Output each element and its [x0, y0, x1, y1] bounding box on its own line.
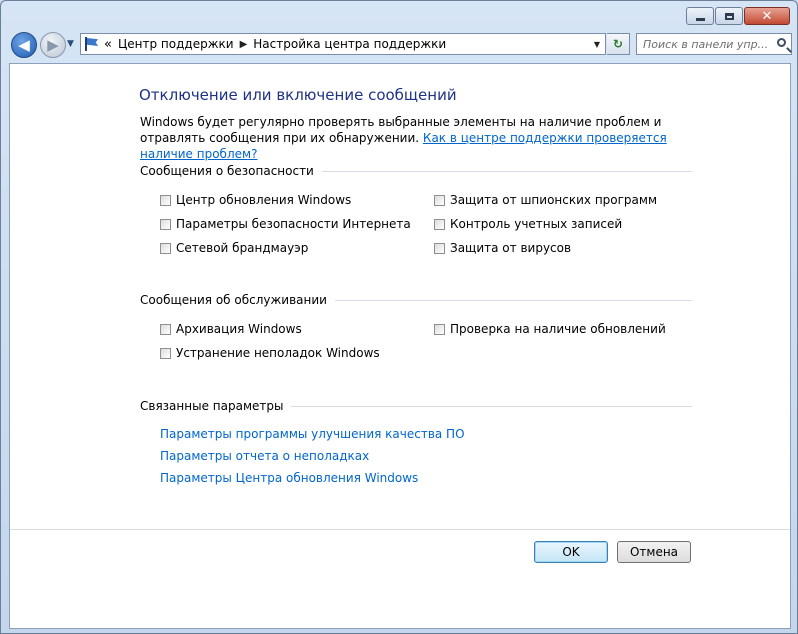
checkbox-box[interactable]	[160, 347, 171, 359]
refresh-button[interactable]: ↻	[607, 33, 630, 55]
breadcrumb-separator-icon[interactable]: ▶	[240, 39, 248, 50]
checkbox-check-for-updates[interactable]: Проверка на наличие обновлений	[434, 322, 666, 336]
caption-buttons: ✕	[686, 7, 790, 25]
checkbox-label: Устранение неполадок Windows	[176, 346, 380, 360]
checkbox-box[interactable]	[434, 242, 445, 254]
link-problem-reporting-settings[interactable]: Параметры отчета о неполадках	[160, 449, 369, 463]
checkbox-label: Архивация Windows	[176, 322, 302, 336]
checkbox-box[interactable]	[160, 218, 171, 230]
checkbox-label: Проверка на наличие обновлений	[450, 322, 666, 336]
address-prefix-icon[interactable]: «	[104, 37, 112, 52]
checkbox-windows-backup[interactable]: Архивация Windows	[160, 322, 302, 336]
checkbox-network-firewall[interactable]: Сетевой брандмауэр	[160, 241, 308, 255]
checkbox-windows-update[interactable]: Центр обновления Windows	[160, 193, 351, 207]
window: ✕ ◀ ▶ ▼ « Центр поддержки ▶ Настройка це…	[0, 0, 798, 634]
close-button[interactable]: ✕	[744, 7, 790, 25]
checkbox-box[interactable]	[160, 323, 171, 335]
recent-pages-dropdown[interactable]: ▼	[67, 39, 77, 49]
checkbox-label: Сетевой брандмауэр	[176, 241, 309, 255]
page-title: Отключение или включение сообщений	[139, 86, 457, 104]
related-heading-label: Связанные параметры	[140, 399, 284, 413]
checkbox-label: Контроль учетных записей	[450, 217, 623, 231]
checkbox-virus-protection[interactable]: Защита от вирусов	[434, 241, 571, 255]
maximize-button[interactable]	[715, 7, 743, 25]
checkbox-box[interactable]	[434, 194, 445, 206]
content-pane: Отключение или включение сообщений Windo…	[9, 63, 791, 629]
search-icon[interactable]	[777, 38, 786, 47]
refresh-icon: ↻	[612, 37, 624, 51]
maximize-icon	[724, 12, 734, 20]
maintenance-heading-label: Сообщения об обслуживании	[140, 293, 327, 307]
security-heading-label: Сообщения о безопасности	[140, 164, 314, 178]
maintenance-group-heading: Сообщения об обслуживании	[140, 293, 692, 307]
search-input[interactable]	[643, 37, 769, 51]
minimize-button[interactable]	[686, 7, 714, 25]
forward-button[interactable]: ▶	[40, 32, 66, 58]
checkbox-box[interactable]	[434, 218, 445, 230]
back-button[interactable]: ◀	[11, 32, 37, 58]
checkbox-label: Защита от вирусов	[450, 241, 572, 255]
checkbox-label: Параметры безопасности Интернета	[176, 217, 411, 231]
cancel-button[interactable]: Отмена	[617, 541, 691, 563]
page-description: Windows будет регулярно проверять выбран…	[140, 114, 700, 162]
checkbox-box[interactable]	[160, 194, 171, 206]
security-group-heading: Сообщения о безопасности	[140, 164, 692, 178]
checkbox-box[interactable]	[434, 323, 445, 335]
action-center-flag-icon	[84, 37, 100, 51]
checkbox-label: Защита от шпионских программ	[450, 193, 658, 207]
breadcrumb-action-center[interactable]: Центр поддержки	[118, 37, 234, 51]
address-dropdown-icon[interactable]: ▼	[589, 40, 605, 49]
search-box	[636, 33, 792, 55]
minimize-icon	[695, 17, 705, 21]
link-windows-update-settings[interactable]: Параметры Центра обновления Windows	[160, 471, 418, 485]
checkbox-label: Центр обновления Windows	[176, 193, 352, 207]
checkbox-internet-security[interactable]: Параметры безопасности Интернета	[160, 217, 411, 231]
close-icon: ✕	[761, 8, 773, 24]
back-arrow-icon: ◀	[18, 36, 30, 54]
link-ceip-settings[interactable]: Параметры программы улучшения качества П…	[160, 427, 465, 441]
checkbox-user-account-control[interactable]: Контроль учетных записей	[434, 217, 622, 231]
related-group-heading: Связанные параметры	[140, 399, 692, 413]
forward-arrow-icon: ▶	[47, 36, 59, 54]
footer-divider	[10, 529, 790, 530]
address-bar[interactable]: « Центр поддержки ▶ Настройка центра под…	[80, 33, 606, 55]
breadcrumb-settings[interactable]: Настройка центра поддержки	[253, 37, 446, 51]
checkbox-box[interactable]	[160, 242, 171, 254]
ok-button[interactable]: OK	[534, 541, 608, 563]
checkbox-troubleshooting[interactable]: Устранение неполадок Windows	[160, 346, 380, 360]
checkbox-spyware-protection[interactable]: Защита от шпионских программ	[434, 193, 657, 207]
